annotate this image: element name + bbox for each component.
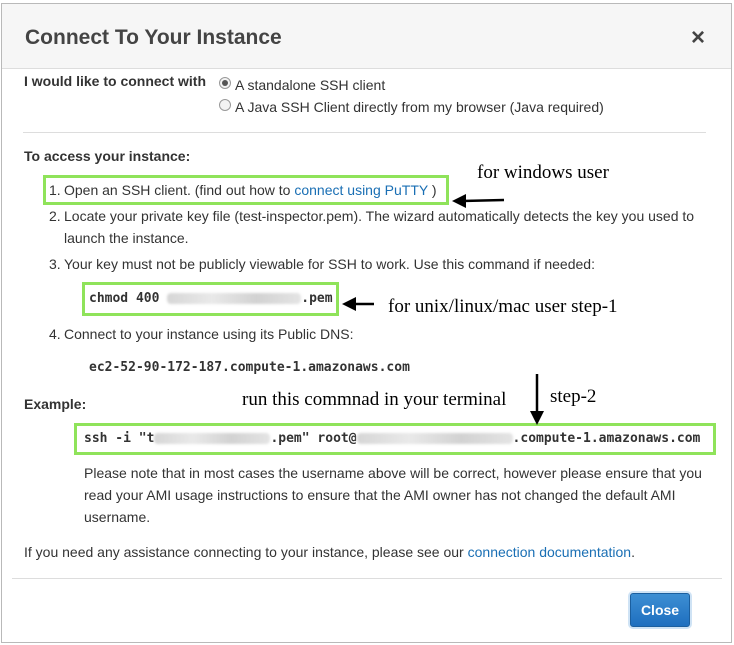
arrow-to-step1: [452, 194, 505, 208]
arrow-to-chmod: [342, 297, 374, 311]
arrow-to-ssh-command: [530, 374, 544, 425]
annotation-arrows: [342, 194, 544, 425]
